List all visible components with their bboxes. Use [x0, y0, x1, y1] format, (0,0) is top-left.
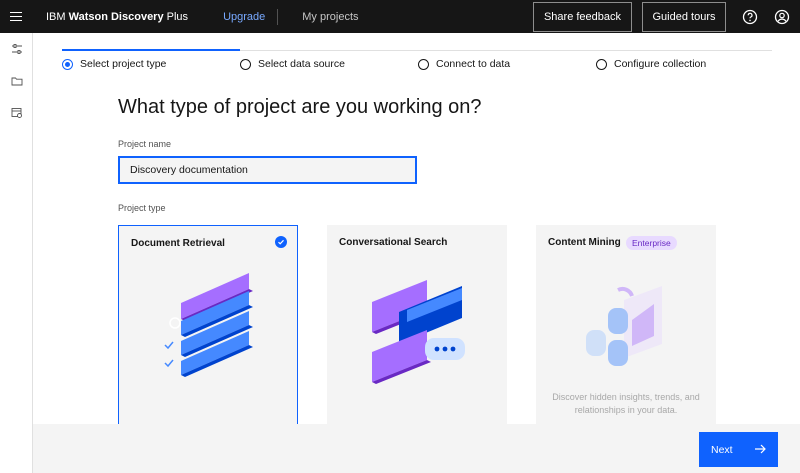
folder-icon[interactable]	[0, 65, 33, 97]
progress-indicator: Select project type Select data source C…	[62, 49, 772, 74]
footer-bar	[33, 424, 800, 473]
next-button-label: Next	[711, 443, 733, 456]
top-header: IBM Watson Discovery Plus Upgrade My pro…	[0, 0, 800, 33]
card-conversational-search[interactable]: Conversational Search	[327, 225, 507, 425]
card-title: Content Mining	[548, 237, 621, 248]
upgrade-link[interactable]: Upgrade	[223, 11, 265, 23]
step-label: Select data source	[258, 58, 345, 70]
step-label: Configure collection	[614, 58, 707, 70]
card-content-mining[interactable]: Content Mining Enterprise Discover hidde…	[536, 225, 716, 425]
enterprise-tag: Enterprise	[626, 236, 677, 250]
arrow-right-icon	[755, 444, 766, 454]
step-current-radio	[62, 58, 73, 70]
header-divider	[277, 8, 279, 25]
share-feedback-button[interactable]: Share feedback	[533, 1, 632, 32]
card-title: Document Retrieval	[131, 238, 225, 249]
settings-sliders-icon[interactable]	[0, 33, 33, 65]
menu-icon[interactable]	[0, 0, 32, 33]
progress-active-bar	[62, 49, 240, 51]
card-description: Discover hidden insights, trends, and re…	[552, 392, 700, 416]
step-radio	[596, 58, 607, 70]
project-name-input[interactable]: Discovery documentation	[118, 156, 417, 184]
brand-suffix: Plus	[163, 10, 189, 23]
help-icon[interactable]	[736, 0, 764, 33]
step-select-project-type[interactable]: Select project type	[62, 58, 166, 70]
step-connect-to-data[interactable]: Connect to data	[418, 58, 510, 70]
step-label: Connect to data	[436, 58, 511, 70]
header-actions: Share feedback Guided tours	[533, 0, 800, 33]
card-title: Conversational Search	[339, 237, 448, 248]
guided-tours-button[interactable]: Guided tours	[642, 1, 726, 32]
step-label: Select project type	[80, 58, 167, 70]
step-radio	[240, 58, 251, 70]
brand-prefix: IBM	[46, 10, 69, 23]
app-title: IBM Watson Discovery Plus	[46, 11, 188, 23]
step-configure-collection[interactable]: Configure collection	[596, 58, 706, 70]
user-icon[interactable]	[768, 0, 796, 33]
project-type-label: Project type	[118, 203, 166, 213]
project-name-label: Project name	[118, 139, 172, 149]
data-settings-icon[interactable]	[0, 97, 33, 129]
my-projects-link[interactable]: My projects	[302, 11, 358, 23]
left-rail	[0, 33, 33, 473]
content-mining-illustration	[586, 286, 662, 366]
step-select-data-source[interactable]: Select data source	[240, 58, 345, 70]
step-radio	[418, 58, 429, 70]
card-document-retrieval[interactable]: Document Retrieval	[118, 225, 298, 425]
checkmark-icon	[275, 236, 287, 248]
brand-name: Watson Discovery	[68, 10, 164, 23]
next-button[interactable]: Next	[699, 432, 778, 467]
page-title: What type of project are you working on?	[118, 96, 482, 118]
conversational-search-illustration	[372, 280, 465, 384]
document-retrieval-illustration	[164, 273, 253, 377]
